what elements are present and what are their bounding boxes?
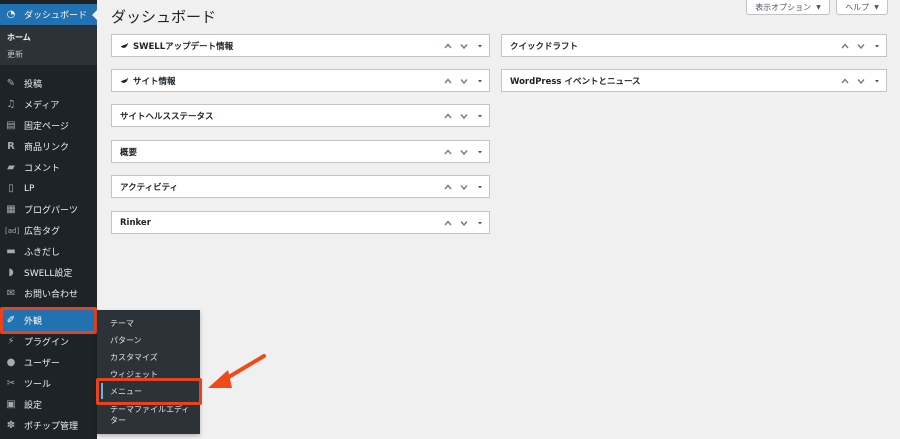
caret-down-icon: ▼ bbox=[816, 3, 821, 11]
sidebar-item-ad-tags[interactable]: [ad] 広告タグ bbox=[0, 220, 97, 241]
move-up-icon[interactable] bbox=[441, 215, 455, 231]
move-up-icon[interactable] bbox=[441, 73, 455, 89]
document-icon: ▯ bbox=[8, 182, 14, 194]
wrench-icon: ✂ bbox=[6, 377, 16, 389]
widget-title: WordPress イベントとニュース bbox=[510, 76, 641, 87]
toggle-panel-icon[interactable] bbox=[870, 38, 884, 54]
widget-title: クイックドラフト bbox=[510, 41, 579, 52]
toggle-panel-icon[interactable] bbox=[473, 215, 487, 231]
sidebar-item-comments[interactable]: ▰ コメント bbox=[0, 157, 97, 178]
dashboard-icon: ◔ bbox=[6, 8, 16, 20]
flyout-item-themes[interactable]: テーマ bbox=[110, 318, 134, 329]
move-up-icon[interactable] bbox=[441, 144, 455, 160]
caret-down-icon: ▼ bbox=[874, 3, 879, 11]
move-down-icon[interactable] bbox=[457, 215, 471, 231]
widget-overview: 概要 bbox=[111, 140, 490, 163]
submenu-item-updates[interactable]: 更新 bbox=[7, 49, 23, 60]
sidebar-item-dashboard[interactable]: ◔ ダッシュボード bbox=[0, 4, 98, 25]
mail-icon: ✉ bbox=[6, 287, 16, 299]
plugin-icon: ⚡ bbox=[7, 335, 15, 347]
move-up-icon[interactable] bbox=[441, 179, 455, 195]
move-down-icon[interactable] bbox=[854, 73, 868, 89]
widget-title: SWELLアップデート情報 bbox=[133, 41, 234, 52]
flyout-item-patterns[interactable]: パターン bbox=[110, 335, 142, 346]
sidebar-item-plugins[interactable]: ⚡ プラグイン bbox=[0, 331, 97, 352]
toggle-panel-icon[interactable] bbox=[870, 73, 884, 89]
settings-icon: ▣ bbox=[6, 398, 16, 410]
widget-wordpress-events-news: WordPress イベントとニュース bbox=[501, 69, 887, 92]
swell-logo-icon bbox=[120, 42, 129, 48]
sidebar-item-swell-settings[interactable]: ◗ SWELL設定 bbox=[0, 262, 97, 283]
move-down-icon[interactable] bbox=[457, 108, 471, 124]
balloon-icon: ▬ bbox=[6, 245, 16, 257]
comment-icon: ▰ bbox=[7, 161, 15, 173]
sidebar-item-blog-parts[interactable]: ▦ ブログパーツ bbox=[0, 199, 97, 220]
move-up-icon[interactable] bbox=[441, 108, 455, 124]
paw-icon: ✽ bbox=[6, 419, 16, 431]
sidebar-item-pages[interactable]: ▤ 固定ページ bbox=[0, 115, 97, 136]
pin-icon: ✎ bbox=[6, 77, 16, 89]
toggle-panel-icon[interactable] bbox=[473, 73, 487, 89]
media-icon: ♫ bbox=[6, 98, 16, 110]
widget-quick-draft: クイックドラフト bbox=[501, 34, 887, 57]
widget-title: アクティビティ bbox=[120, 182, 179, 193]
move-down-icon[interactable] bbox=[457, 73, 471, 89]
toggle-panel-icon[interactable] bbox=[473, 38, 487, 54]
red-pointer-arrow-icon bbox=[208, 354, 266, 388]
swell-logo-icon bbox=[120, 77, 129, 83]
appearance-highlight-box bbox=[0, 307, 97, 334]
current-page-arrow bbox=[92, 9, 98, 21]
sidebar-item-contact[interactable]: ✉ お問い合わせ bbox=[0, 283, 97, 304]
ad-icon: [ad] bbox=[5, 226, 20, 235]
widget-title: サイト情報 bbox=[133, 76, 176, 87]
move-down-icon[interactable] bbox=[457, 38, 471, 54]
move-down-icon[interactable] bbox=[457, 179, 471, 195]
flyout-item-theme-file-editor-wrap: ター bbox=[110, 416, 126, 425]
appearance-flyout-menu: テーマ パターン カスタマイズ ウィジェット メニュー テーマファイルエディ タ… bbox=[97, 310, 200, 434]
move-up-icon[interactable] bbox=[441, 38, 455, 54]
sidebar-item-product-links[interactable]: R 商品リンク bbox=[0, 136, 97, 157]
user-icon: ● bbox=[6, 356, 16, 368]
sidebar-item-users[interactable]: ● ユーザー bbox=[0, 352, 97, 373]
sidebar-item-lp[interactable]: ▯ LP bbox=[0, 178, 97, 199]
sidebar-item-balloons[interactable]: ▬ ふきだし bbox=[0, 241, 97, 262]
toggle-panel-icon[interactable] bbox=[473, 144, 487, 160]
swell-icon: ◗ bbox=[8, 266, 14, 278]
toggle-panel-icon[interactable] bbox=[473, 179, 487, 195]
flyout-item-customize[interactable]: カスタマイズ bbox=[110, 352, 158, 363]
widget-title: サイトヘルスステータス bbox=[120, 111, 214, 122]
sidebar-item-pochipp[interactable]: ✽ ポチップ管理 bbox=[0, 415, 97, 436]
widget-rinker: Rinker bbox=[111, 211, 490, 234]
admin-sidebar: ◔ ダッシュボード ホーム 更新 ✎ 投稿 ♫ メディア ▤ 固定ページ R 商… bbox=[0, 0, 98, 439]
sidebar-item-settings[interactable]: ▣ 設定 bbox=[0, 394, 97, 415]
widget-title: Rinker bbox=[120, 217, 151, 228]
widget-activity: アクティビティ bbox=[111, 175, 490, 198]
layout-icon: ▦ bbox=[6, 203, 16, 215]
dashboard-submenu: ホーム 更新 bbox=[0, 25, 97, 65]
widget-swell-updates: SWELLアップデート情報 bbox=[111, 34, 490, 57]
move-down-icon[interactable] bbox=[854, 38, 868, 54]
r-icon: R bbox=[7, 140, 15, 152]
menu-highlight-box bbox=[96, 378, 202, 405]
flyout-item-theme-file-editor[interactable]: テーマファイルエディ bbox=[110, 404, 189, 415]
page-title: ダッシュボード bbox=[111, 8, 217, 26]
help-button[interactable]: ヘルプ ▼ bbox=[836, 0, 888, 15]
widget-site-health: サイトヘルスステータス bbox=[111, 104, 490, 127]
page-icon: ▤ bbox=[6, 119, 16, 131]
move-down-icon[interactable] bbox=[457, 144, 471, 160]
submenu-item-home[interactable]: ホーム bbox=[7, 32, 31, 43]
widget-title: 概要 bbox=[120, 147, 138, 158]
move-up-icon[interactable] bbox=[838, 38, 852, 54]
move-up-icon[interactable] bbox=[838, 73, 852, 89]
widget-site-info: サイト情報 bbox=[111, 69, 490, 92]
sidebar-item-posts[interactable]: ✎ 投稿 bbox=[0, 73, 97, 94]
toggle-panel-icon[interactable] bbox=[473, 108, 487, 124]
screen-options-button[interactable]: 表示オプション ▼ bbox=[746, 0, 830, 15]
sidebar-item-tools[interactable]: ✂ ツール bbox=[0, 373, 97, 394]
sidebar-item-media[interactable]: ♫ メディア bbox=[0, 94, 97, 115]
